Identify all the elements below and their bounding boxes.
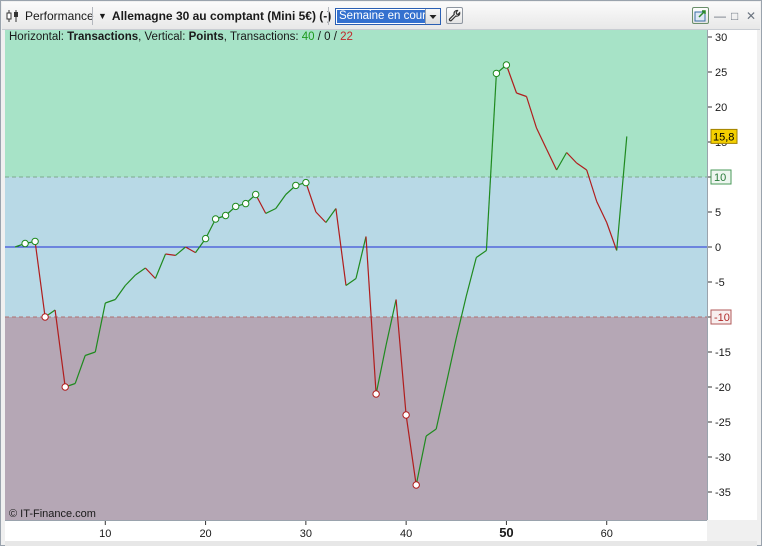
close-icon[interactable]: ✕ xyxy=(746,9,756,23)
scroll-strip xyxy=(5,541,757,546)
chart-window: Performance ▼ Allemagne 30 au comptant (… xyxy=(0,0,762,546)
toolbar-separator xyxy=(328,7,329,25)
gain-marker xyxy=(31,237,39,246)
winning-trades-count: 40 xyxy=(301,31,315,43)
instrument-selector[interactable]: ▼ Allemagne 30 au comptant (Mini 5€) (-) xyxy=(98,2,331,29)
performance-label: Performance xyxy=(25,8,94,23)
performance-button[interactable]: Performance xyxy=(6,2,94,29)
y-tick-label: -25 xyxy=(715,417,731,429)
candlestick-icon xyxy=(6,9,18,22)
x-axis-ticks: 10 20 30 40 50 60 xyxy=(99,521,613,540)
upper-threshold-badge-text: 10 xyxy=(714,172,726,184)
maximize-icon[interactable]: □ xyxy=(731,9,738,23)
x-tick-label: 30 xyxy=(300,528,312,540)
x-tick-label: 20 xyxy=(199,528,211,540)
gain-marker xyxy=(292,181,300,190)
y-tick-label: 5 xyxy=(715,207,721,219)
x-tick-label: 50 xyxy=(499,525,513,540)
loss-zone xyxy=(5,317,707,520)
gain-marker xyxy=(302,178,310,187)
gain-marker xyxy=(502,61,511,69)
y-tick-label: 25 xyxy=(715,67,727,79)
loss-marker xyxy=(41,313,49,321)
loss-marker xyxy=(402,411,410,419)
export-icon[interactable] xyxy=(692,7,709,24)
y-axis-ticks: 302520151050-5-10-15-20-25-30-3510-1015,… xyxy=(708,32,738,499)
y-tick-label: -30 xyxy=(715,452,731,464)
x-axis[interactable]: 10 20 30 40 50 60 xyxy=(5,520,707,541)
info-v-value: Points xyxy=(188,31,224,43)
info-v-prefix: , Vertical: xyxy=(138,31,189,43)
lower-threshold-badge-text: -10 xyxy=(714,312,730,324)
info-slash: / xyxy=(330,31,341,43)
gain-marker xyxy=(211,215,220,223)
period-select-value: Semaine en cours xyxy=(337,10,434,23)
info-t-prefix: , Transactions: xyxy=(223,31,302,43)
info-slash: / xyxy=(314,31,325,43)
info-h-value: Transactions xyxy=(67,31,139,43)
profit-zone xyxy=(5,30,707,177)
gain-marker xyxy=(221,211,230,220)
gain-marker xyxy=(201,234,210,243)
y-tick-label: -35 xyxy=(715,487,731,499)
losing-trades-count: 22 xyxy=(340,31,353,43)
y-tick-label: 20 xyxy=(715,102,727,114)
y-axis[interactable]: 302520151050-5-10-15-20-25-30-3510-1015,… xyxy=(707,30,757,520)
chevron-down-icon[interactable] xyxy=(425,9,440,24)
y-tick-label: 0 xyxy=(715,242,721,254)
y-tick-label: -5 xyxy=(715,277,725,289)
gain-marker xyxy=(252,190,260,199)
chart-info: Horizontal: Transactions, Vertical: Poin… xyxy=(9,31,353,43)
loss-marker xyxy=(412,481,420,489)
last-value-text: 15,8 xyxy=(713,131,734,143)
gain-marker xyxy=(21,239,29,248)
copyright-label: © IT-Finance.com xyxy=(9,508,96,520)
gain-marker xyxy=(242,199,250,208)
period-select[interactable]: Semaine en cours xyxy=(335,8,441,25)
y-tick-label: -20 xyxy=(715,382,731,394)
y-tick-label: 30 xyxy=(715,32,727,44)
loss-marker xyxy=(61,383,69,391)
x-tick-label: 40 xyxy=(400,528,412,540)
x-tick-label: 10 xyxy=(99,528,111,540)
minimize-icon[interactable]: — xyxy=(714,9,726,23)
dropdown-arrow-icon: ▼ xyxy=(98,10,107,21)
chart-plot xyxy=(5,30,707,520)
toolbar: Performance ▼ Allemagne 30 au comptant (… xyxy=(2,2,760,30)
chart-area xyxy=(5,30,707,520)
toolbar-separator xyxy=(92,7,93,25)
wrench-icon[interactable] xyxy=(446,7,463,24)
loss-marker xyxy=(372,390,380,398)
gain-marker xyxy=(232,202,240,211)
y-tick-label: -15 xyxy=(715,347,731,359)
gain-marker xyxy=(492,69,501,78)
x-tick-label: 60 xyxy=(601,528,613,540)
instrument-label: Allemagne 30 au comptant (Mini 5€) (-) xyxy=(111,8,332,23)
info-h-prefix: Horizontal: xyxy=(9,31,68,43)
